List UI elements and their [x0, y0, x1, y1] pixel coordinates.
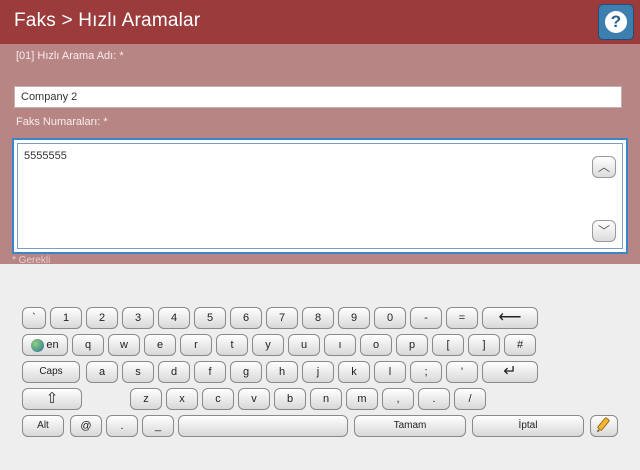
cancel-button[interactable]: İptal: [472, 415, 584, 437]
key-open-bracket[interactable]: [: [432, 334, 464, 356]
key-2[interactable]: 2: [86, 307, 118, 329]
key-at[interactable]: @: [70, 415, 102, 437]
key-s[interactable]: s: [122, 361, 154, 383]
language-label: en: [46, 339, 59, 351]
key-u[interactable]: u: [288, 334, 320, 356]
key-a[interactable]: a: [86, 361, 118, 383]
pencil-icon: [595, 417, 613, 437]
key-k[interactable]: k: [338, 361, 370, 383]
key-m[interactable]: m: [346, 388, 378, 410]
key-e[interactable]: e: [144, 334, 176, 356]
key-slash[interactable]: /: [454, 388, 486, 410]
key-semicolon[interactable]: ;: [410, 361, 442, 383]
key-hash[interactable]: #: [504, 334, 536, 356]
scroll-down-button[interactable]: ﹀: [592, 220, 616, 242]
key-8[interactable]: 8: [302, 307, 334, 329]
key-j[interactable]: j: [302, 361, 334, 383]
edit-button[interactable]: [590, 415, 618, 437]
key-h[interactable]: h: [266, 361, 298, 383]
shift-icon: ⇧: [45, 390, 59, 407]
key-w[interactable]: w: [108, 334, 140, 356]
key-c[interactable]: c: [202, 388, 234, 410]
globe-icon: [31, 338, 45, 352]
key-0[interactable]: 0: [374, 307, 406, 329]
key-q[interactable]: q: [72, 334, 104, 356]
key-period[interactable]: .: [418, 388, 450, 410]
fax-number-value: 5555555: [24, 150, 67, 162]
key-f[interactable]: f: [194, 361, 226, 383]
help-button[interactable]: ?: [598, 4, 634, 40]
key-g[interactable]: g: [230, 361, 262, 383]
shift-key[interactable]: ⇧: [22, 388, 82, 410]
chevron-down-icon: ﹀: [597, 224, 610, 238]
key-n[interactable]: n: [310, 388, 342, 410]
key-z[interactable]: z: [130, 388, 162, 410]
language-key[interactable]: en: [22, 334, 68, 356]
enter-key[interactable]: ↵: [482, 361, 538, 383]
key-9[interactable]: 9: [338, 307, 370, 329]
key-o[interactable]: o: [360, 334, 392, 356]
backspace-key[interactable]: ⟵: [482, 307, 538, 329]
key-3[interactable]: 3: [122, 307, 154, 329]
key-d[interactable]: d: [158, 361, 190, 383]
fax-numbers-textarea[interactable]: 5555555 ︿ ﹀: [17, 143, 623, 249]
fax-numbers-field[interactable]: 5555555 ︿ ﹀: [12, 138, 628, 254]
key-5[interactable]: 5: [194, 307, 226, 329]
key-7[interactable]: 7: [266, 307, 298, 329]
backspace-icon: ⟵: [498, 309, 522, 326]
key-l[interactable]: l: [374, 361, 406, 383]
key-4[interactable]: 4: [158, 307, 190, 329]
onscreen-keyboard: ` 1 2 3 4 5 6 7 8 9 0 - = ⟵ en q w e r t…: [0, 264, 640, 470]
key-dotless-i[interactable]: ı: [324, 334, 356, 356]
space-key[interactable]: [178, 415, 348, 437]
ok-button[interactable]: Tamam: [354, 415, 466, 437]
key-v[interactable]: v: [238, 388, 270, 410]
fax-numbers-label: Faks Numaraları: *: [16, 116, 108, 128]
key-minus[interactable]: -: [410, 307, 442, 329]
key-close-bracket[interactable]: ]: [468, 334, 500, 356]
key-b[interactable]: b: [274, 388, 306, 410]
key-dot[interactable]: .: [106, 415, 138, 437]
key-x[interactable]: x: [166, 388, 198, 410]
chevron-up-icon: ︿: [597, 160, 610, 174]
key-1[interactable]: 1: [50, 307, 82, 329]
key-equals[interactable]: =: [446, 307, 478, 329]
page-title: Faks > Hızlı Aramalar: [14, 10, 201, 31]
scroll-up-button[interactable]: ︿: [592, 156, 616, 178]
enter-icon: ↵: [503, 363, 517, 380]
key-6[interactable]: 6: [230, 307, 262, 329]
key-r[interactable]: r: [180, 334, 212, 356]
speed-dial-name-label: [01] Hızlı Arama Adı: *: [16, 50, 124, 62]
key-underscore[interactable]: _: [142, 415, 174, 437]
speed-dial-name-field[interactable]: Company 2: [14, 86, 622, 108]
key-y[interactable]: y: [252, 334, 284, 356]
help-icon: ?: [605, 11, 627, 33]
caps-key[interactable]: Caps: [22, 361, 80, 383]
key-comma[interactable]: ,: [382, 388, 414, 410]
alt-key[interactable]: Alt: [22, 415, 64, 437]
key-backtick[interactable]: `: [22, 307, 46, 329]
key-p[interactable]: p: [396, 334, 428, 356]
key-t[interactable]: t: [216, 334, 248, 356]
key-quote[interactable]: ': [446, 361, 478, 383]
title-bar: Faks > Hızlı Aramalar ?: [0, 0, 640, 44]
